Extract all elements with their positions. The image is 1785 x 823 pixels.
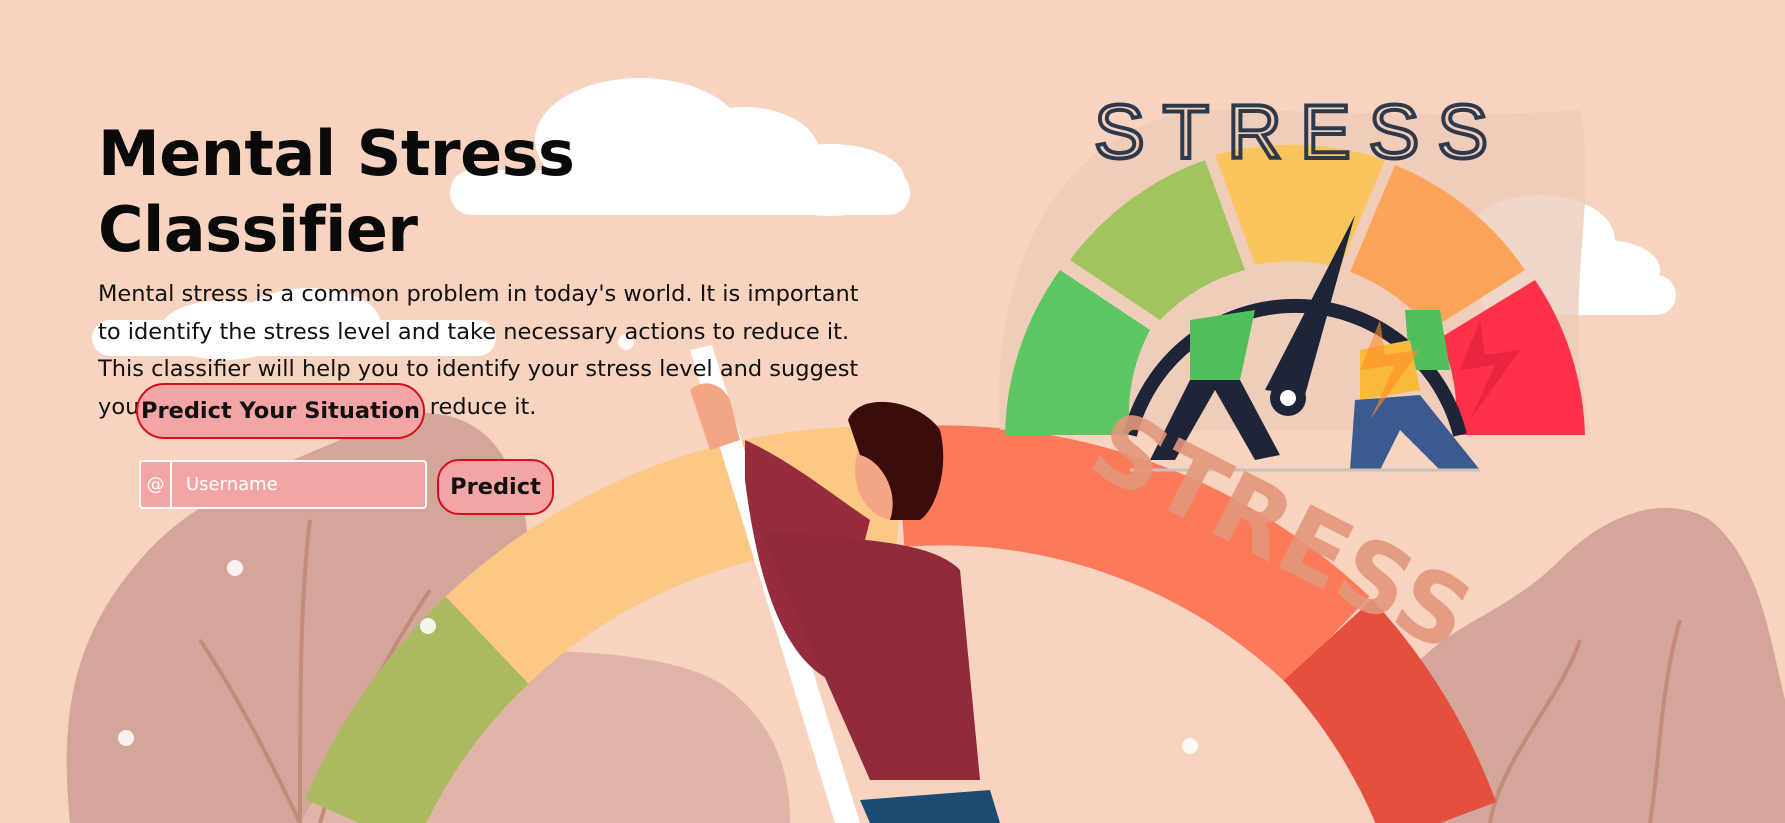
- predict-button[interactable]: Predict: [437, 459, 554, 515]
- username-input-group: @: [139, 460, 427, 509]
- page-title: Mental Stress Classifier: [98, 117, 575, 266]
- predict-situation-button[interactable]: Predict Your Situation: [136, 383, 425, 439]
- gauge-stress-heading: STRESS: [1094, 90, 1506, 175]
- at-sign-icon: @: [141, 462, 172, 507]
- hero-text: Mental Stress Classifier Mental stress i…: [98, 116, 898, 426]
- username-input[interactable]: [172, 462, 425, 507]
